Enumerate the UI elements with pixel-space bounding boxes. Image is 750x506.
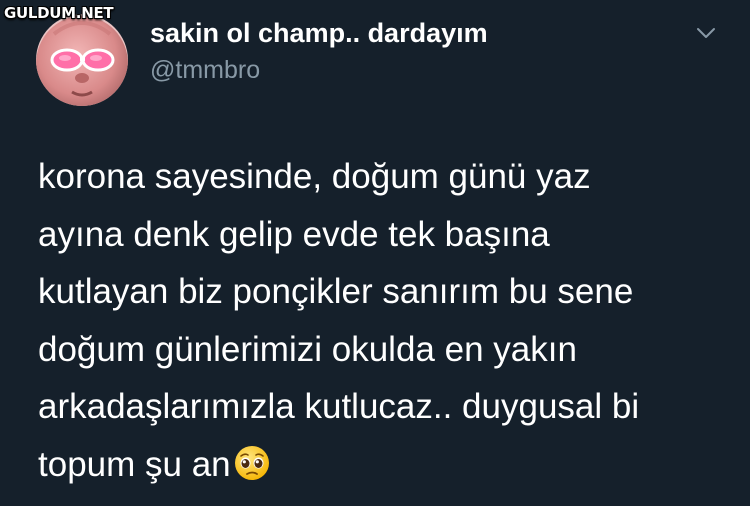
tweet-line: korona sayesinde, doğum günü yaz: [38, 157, 591, 196]
user-handle[interactable]: @tmmbro: [150, 56, 260, 85]
watermark-logo: GULDUM.NET: [4, 4, 114, 22]
avatar[interactable]: [36, 14, 128, 106]
tweet-line-text: topum şu an: [38, 444, 231, 484]
tweet-line: kutlayan biz ponçikler sanırım bu sene: [38, 272, 634, 311]
tweet-line: ayına denk gelip evde tek başına: [38, 214, 550, 254]
chevron-down-icon[interactable]: [694, 24, 718, 42]
tweet-line: doğum günlerimizi okulda en yakın: [38, 329, 577, 369]
tweet-line: arkadaşlarımızla kutlucaz.. duygusal bi: [38, 387, 640, 426]
pleading-face-emoji-icon: [233, 442, 271, 480]
display-name[interactable]: sakin ol champ.. dardayım: [150, 18, 488, 49]
tweet-text: korona sayesinde, doğum günü yaz ayına d…: [38, 148, 728, 493]
tweet-line-last: topum şu an: [38, 436, 728, 494]
tweet-card: GULDUM.NET sakin ol champ.. dardayım @tm…: [0, 0, 750, 506]
